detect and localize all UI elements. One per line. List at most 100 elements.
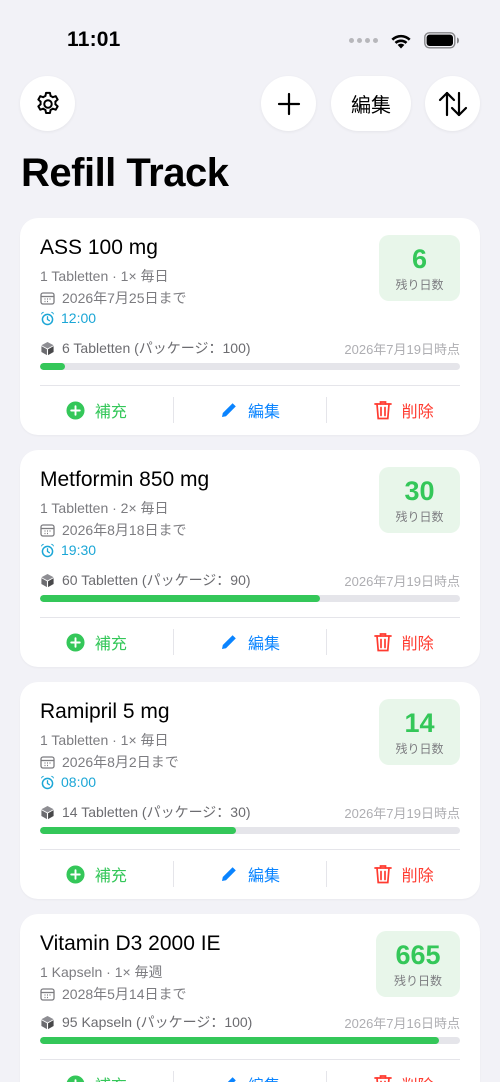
- sort-button[interactable]: [425, 76, 480, 131]
- status-icons: [349, 28, 460, 52]
- until-date: 2026年7月25日まで: [62, 290, 187, 306]
- alarm-clock-icon: [40, 543, 55, 557]
- package-icon: [41, 573, 54, 587]
- days-left-badge: 6 残り日数: [379, 235, 460, 301]
- days-left-label: 残り日数: [395, 509, 444, 524]
- refill-button[interactable]: 補充: [20, 629, 173, 655]
- stock-text: 6 Tabletten (パッケージ：100): [62, 340, 251, 356]
- stock-progress-bar: [40, 827, 460, 834]
- stock-progress-fill: [40, 827, 237, 834]
- days-left-badge: 30 残り日数: [379, 467, 460, 533]
- stock-date: 2026年7月19日時点: [344, 341, 460, 357]
- stock-progress-bar: [40, 1037, 460, 1044]
- delete-button[interactable]: 削除: [326, 1071, 480, 1082]
- pencil-icon: [222, 867, 236, 881]
- card-actions: 補充 編集 削除: [20, 386, 480, 434]
- calendar-icon: [40, 292, 55, 305]
- pencil-icon: [227, 1077, 236, 1082]
- refill-button[interactable]: 補充: [20, 1071, 173, 1082]
- edit-button[interactable]: 編集: [172, 629, 327, 655]
- package-icon: [41, 805, 54, 819]
- alarm-row: 19:30: [40, 542, 96, 558]
- medication-name: Vitamin D3 2000 IE: [40, 932, 221, 955]
- trash-icon: [373, 1075, 392, 1082]
- stock-text: 60 Tabletten (パッケージ：90): [62, 572, 251, 588]
- edit-button[interactable]: 編集: [172, 397, 327, 423]
- toolbar: 編集: [0, 76, 500, 132]
- days-left-label: 残り日数: [393, 973, 442, 988]
- status-time: 11:01: [67, 28, 121, 51]
- calendar-icon: [40, 756, 55, 769]
- stock-progress-fill: [40, 363, 66, 370]
- plus-circle-icon: [66, 400, 85, 420]
- medication-card[interactable]: Vitamin D3 2000 IE 1 Kapseln · 1× 毎週 202…: [20, 914, 480, 1082]
- refill-label: 補充: [94, 868, 127, 885]
- stock-row: 95 Kapseln (パッケージ：100) 2026年7月16日時点: [40, 1012, 460, 1032]
- edit-list-button[interactable]: 編集: [331, 76, 411, 131]
- pencil-icon: [222, 403, 236, 417]
- stock-text: 14 Tabletten (パッケージ：30): [62, 804, 251, 820]
- until-row: 2026年8月18日まで: [40, 520, 187, 540]
- edit-button[interactable]: 編集: [172, 861, 327, 887]
- stock-date: 2026年7月19日時点: [344, 805, 460, 821]
- refill-label: 補充: [94, 636, 127, 653]
- medication-name: Metformin 850 mg: [40, 468, 210, 491]
- stock-progress-fill: [40, 1037, 439, 1044]
- pencil-icon: [222, 635, 236, 649]
- calendar-icon: [40, 988, 55, 1001]
- dosage-text: 1 Tabletten · 2× 毎日: [40, 500, 169, 516]
- stock-progress-bar: [40, 595, 460, 602]
- plus-circle-icon: [66, 632, 85, 652]
- dosage-text: 1 Tabletten · 1× 毎日: [40, 268, 169, 284]
- wifi-icon: [391, 34, 411, 48]
- medication-name: ASS 100 mg: [40, 236, 158, 259]
- plus-circle-icon: [66, 1074, 85, 1082]
- package-icon: [41, 1015, 54, 1029]
- card-actions: 補充 編集 削除: [20, 850, 480, 898]
- refill-button[interactable]: 補充: [20, 397, 173, 423]
- card-actions: 補充 編集 削除: [20, 618, 480, 666]
- alarm-clock-icon: [40, 311, 55, 325]
- plus-icon: [277, 92, 300, 115]
- refill-button[interactable]: 補充: [20, 861, 173, 887]
- sort-arrows-icon: [438, 91, 467, 116]
- stock-date: 2026年7月16日時点: [344, 1015, 460, 1031]
- trash-icon: [373, 865, 392, 884]
- medication-card[interactable]: ASS 100 mg 1 Tabletten · 1× 毎日 2026年7月25…: [20, 218, 480, 435]
- until-date: 2026年8月18日まで: [62, 522, 187, 538]
- until-row: 2026年7月25日まで: [40, 288, 187, 308]
- refill-label: 補充: [94, 404, 127, 421]
- medication-card[interactable]: Ramipril 5 mg 1 Tabletten · 1× 毎日 2026年8…: [20, 682, 480, 899]
- delete-button[interactable]: 削除: [326, 861, 480, 887]
- edit-label: 編集: [248, 404, 281, 421]
- delete-button[interactable]: 削除: [326, 629, 480, 655]
- days-left-value: 6: [411, 243, 428, 274]
- delete-label: 削除: [401, 636, 434, 653]
- days-left-label: 残り日数: [395, 277, 444, 292]
- delete-label: 削除: [402, 1072, 434, 1082]
- until-date: 2028年5月14日まで: [62, 986, 187, 1002]
- dosage-text: 1 Kapseln · 1× 毎週: [40, 964, 163, 980]
- stock-progress-bar: [40, 363, 460, 370]
- alarm-time: 12:00: [61, 310, 97, 326]
- stock-row: 60 Tabletten (パッケージ：90) 2026年7月19日時点: [40, 570, 460, 590]
- add-button[interactable]: [261, 76, 316, 131]
- alarm-time: 08:00: [61, 774, 97, 790]
- delete-label: 削除: [401, 404, 434, 421]
- screen: 11:01 編集 Refill Track ASS 100 mg 1 Table…: [0, 0, 500, 1082]
- edit-label: 編集: [248, 636, 281, 653]
- days-left-label: 残り日数: [395, 741, 444, 756]
- status-bar: 11:01: [0, 0, 500, 80]
- battery-icon: [424, 31, 459, 49]
- page-title: Refill Track: [21, 151, 229, 195]
- medication-card[interactable]: Metformin 850 mg 1 Tabletten · 2× 毎日 202…: [20, 450, 480, 667]
- days-left-badge: 665 残り日数: [376, 931, 460, 997]
- delete-button[interactable]: 削除: [326, 397, 480, 423]
- settings-button[interactable]: [20, 76, 75, 131]
- alarm-clock-icon: [40, 775, 55, 789]
- days-left-value: 665: [395, 939, 441, 970]
- trash-icon: [373, 633, 392, 652]
- card-actions: 補充 編集 削除: [20, 1060, 480, 1082]
- trash-icon: [373, 401, 392, 420]
- edit-button[interactable]: 編集: [172, 1071, 327, 1082]
